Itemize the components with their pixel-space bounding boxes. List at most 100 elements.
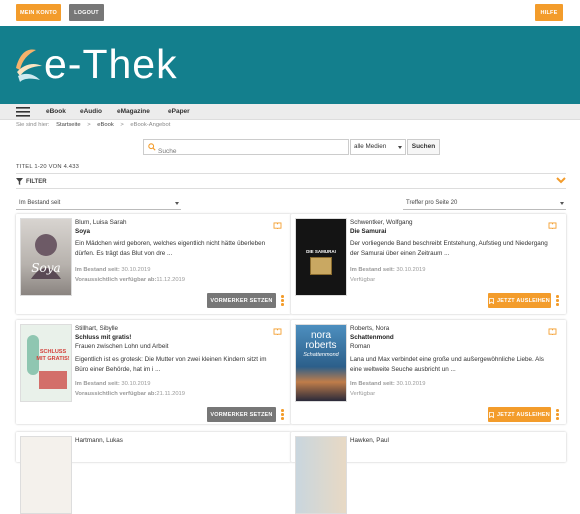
- my-account-button[interactable]: MEIN KONTO: [16, 4, 61, 21]
- nav-item-ebook[interactable]: eBook: [46, 104, 66, 120]
- bookmark-icon: [489, 297, 494, 304]
- card-title[interactable]: Schluss mit gratis!: [75, 334, 131, 341]
- nav-item-epaper[interactable]: ePaper: [168, 104, 190, 120]
- cover-title: SCHLUSS MIT GRATIS!: [36, 349, 70, 362]
- meta-value: 30.10.2019: [396, 267, 426, 273]
- nav-item-eaudio[interactable]: eAudio: [80, 104, 102, 120]
- meta-label: Verfügbar: [350, 391, 376, 397]
- card-description: Der vorliegende Band beschreibt Entstehu…: [350, 240, 548, 257]
- meta-label: Voraussichtlich verfügbar ab:: [75, 277, 157, 283]
- card-stock-date: Im Bestand seit: 30.10.2019: [75, 267, 150, 273]
- media-card: Hawken, Paul: [291, 432, 566, 514]
- meta-value: 21.11.2019: [156, 391, 185, 397]
- book-cover[interactable]: DIE SAMURAI: [295, 218, 347, 296]
- reserve-button[interactable]: VORMERKER SETZEN: [207, 407, 276, 422]
- bookmark-icon: [489, 411, 494, 418]
- borrow-button[interactable]: JETZT AUSLEIHEN: [488, 407, 551, 422]
- card-description: Ein Mädchen wird geboren, welches eigent…: [75, 240, 266, 257]
- header-banner: e-Thek: [0, 26, 580, 104]
- cover-art: [310, 257, 332, 275]
- ebook-icon: [548, 328, 557, 335]
- logout-button[interactable]: LOGOUT: [69, 4, 104, 21]
- ebook-icon: [273, 222, 282, 229]
- cover-author-last: roberts: [305, 340, 337, 351]
- more-options-icon[interactable]: [556, 409, 559, 420]
- card-author: Roberts, Nora: [350, 325, 390, 332]
- chevron-down-icon: [175, 202, 179, 205]
- breadcrumb-separator: >: [120, 122, 124, 128]
- media-card: SCHLUSS MIT GRATIS! Stillhart, Sibylle S…: [16, 320, 291, 424]
- sort-select[interactable]: Im Bestand seit: [16, 197, 181, 210]
- card-title[interactable]: Die Samurai: [350, 228, 386, 235]
- search-input[interactable]: [158, 144, 348, 159]
- main-nav: eBook eAudio eMagazine ePaper: [0, 104, 580, 120]
- media-card: Soya Blum, Luisa Sarah Soya Ein Mädchen …: [16, 214, 291, 314]
- meta-value: 30.10.2019: [121, 267, 151, 273]
- filter-icon: [16, 178, 23, 185]
- search-icon: [148, 143, 156, 151]
- search-button[interactable]: Suchen: [407, 139, 440, 155]
- meta-label: Verfügbar: [350, 277, 376, 283]
- breadcrumb-current: eBook-Angebot: [130, 122, 171, 128]
- cover-art: [39, 371, 67, 389]
- top-bar: MEIN KONTO LOGOUT HILFE: [0, 0, 580, 26]
- media-card: Hartmann, Lukas: [16, 432, 291, 514]
- card-availability: Verfügbar: [350, 277, 375, 283]
- divider: [16, 188, 566, 189]
- borrow-label: JETZT AUSLEIHEN: [497, 297, 550, 304]
- hamburger-menu-icon[interactable]: [16, 107, 30, 117]
- borrow-label: JETZT AUSLEIHEN: [497, 411, 550, 418]
- per-page-select-value: Treffer pro Seite 20: [406, 200, 458, 206]
- reserve-button[interactable]: VORMERKER SETZEN: [207, 293, 276, 308]
- ebook-icon: [548, 222, 557, 229]
- book-cover[interactable]: Soya: [20, 218, 72, 296]
- book-cover[interactable]: nora roberts Schattenmond: [295, 324, 347, 402]
- meta-value: 30.10.2019: [121, 381, 151, 387]
- meta-label: Im Bestand seit:: [75, 381, 120, 387]
- card-description: Lana und Max verbindet eine große und au…: [350, 356, 544, 373]
- card-subtitle: Roman: [350, 343, 371, 350]
- card-availability: Voraussichtlich verfügbar ab:11.12.2019: [75, 277, 185, 283]
- filter-toggle[interactable]: FILTER: [16, 178, 47, 185]
- meta-value: 11.12.2019: [156, 277, 185, 283]
- cover-title: DIE SAMURAI: [306, 249, 336, 254]
- more-options-icon[interactable]: [556, 295, 559, 306]
- chevron-down-icon[interactable]: [556, 177, 566, 184]
- nav-item-emagazine[interactable]: eMagazine: [117, 104, 150, 120]
- media-card: DIE SAMURAI Schwentker, Wolfgang Die Sam…: [291, 214, 566, 314]
- results-count: TITEL 1-20 VON 4.433: [16, 164, 80, 170]
- per-page-select[interactable]: Treffer pro Seite 20: [403, 197, 566, 210]
- cover-title: Schattenmond: [303, 352, 339, 358]
- card-author: Blum, Luisa Sarah: [75, 219, 127, 226]
- card-title[interactable]: Schattenmond: [350, 334, 394, 341]
- card-stock-date: Im Bestand seit: 30.10.2019: [350, 267, 425, 273]
- borrow-button[interactable]: JETZT AUSLEIHEN: [488, 293, 551, 308]
- help-button[interactable]: HILFE: [535, 4, 563, 21]
- card-subtitle: Frauen zwischen Lohn und Arbeit: [75, 343, 169, 350]
- logo-text: e-Thek: [44, 41, 178, 87]
- cover-author: nora roberts: [296, 331, 346, 351]
- card-title[interactable]: Soya: [75, 228, 90, 235]
- ebook-icon: [273, 328, 282, 335]
- meta-value: 30.10.2019: [396, 381, 426, 387]
- card-availability: Verfügbar: [350, 391, 375, 397]
- more-options-icon[interactable]: [281, 409, 284, 420]
- filter-label: FILTER: [26, 178, 47, 185]
- card-stock-date: Im Bestand seit: 30.10.2019: [75, 381, 150, 387]
- card-author: Hartmann, Lukas: [75, 437, 123, 444]
- card-author: Schwentker, Wolfgang: [350, 219, 413, 226]
- meta-label: Im Bestand seit:: [350, 267, 395, 273]
- divider: [16, 173, 566, 174]
- media-select[interactable]: alle Medien: [350, 139, 406, 155]
- media-select-value: alle Medien: [354, 143, 387, 150]
- more-options-icon[interactable]: [281, 295, 284, 306]
- breadcrumb: Sie sind hier: Startseite > eBook > eBoo…: [16, 122, 175, 128]
- book-cover[interactable]: SCHLUSS MIT GRATIS!: [20, 324, 72, 402]
- card-stock-date: Im Bestand seit: 30.10.2019: [350, 381, 425, 387]
- card-availability: Voraussichtlich verfügbar ab:21.11.2019: [75, 391, 185, 397]
- chevron-down-icon: [398, 146, 402, 149]
- breadcrumb-home[interactable]: Startseite: [56, 122, 81, 128]
- breadcrumb-ebook[interactable]: eBook: [97, 122, 113, 128]
- meta-label: Im Bestand seit:: [75, 267, 120, 273]
- chevron-down-icon: [560, 202, 564, 205]
